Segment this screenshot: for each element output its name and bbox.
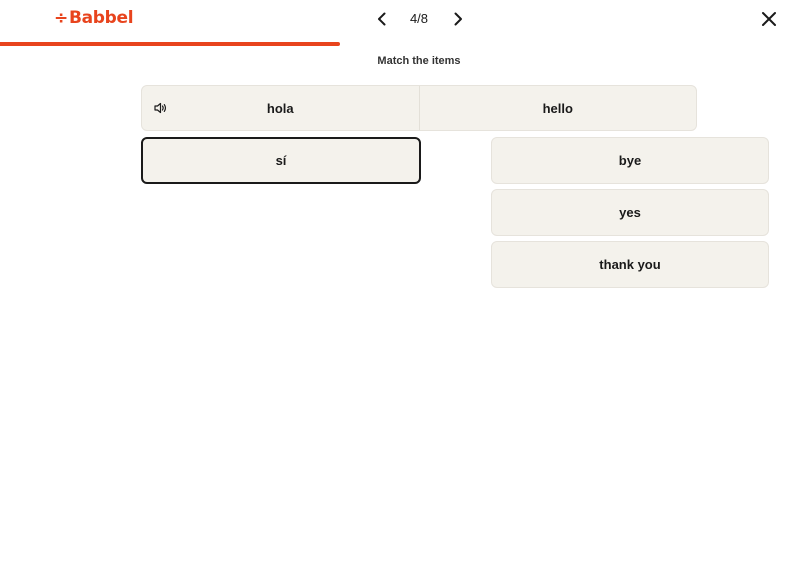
next-button[interactable] bbox=[447, 8, 469, 30]
matched-target-label: hello bbox=[542, 100, 573, 116]
progress-bar-fill bbox=[0, 42, 340, 46]
matched-source-label: hola bbox=[266, 100, 294, 116]
right-item-label: bye bbox=[618, 153, 642, 168]
chevron-left-icon bbox=[378, 12, 386, 26]
matched-pair: hola hello bbox=[141, 85, 697, 131]
speaker-icon bbox=[154, 102, 167, 114]
matched-target: hello bbox=[420, 86, 697, 130]
close-icon bbox=[762, 12, 776, 26]
close-button[interactable] bbox=[758, 8, 780, 30]
logo-text: Babbel bbox=[68, 8, 134, 28]
right-item-label: yes bbox=[619, 205, 641, 220]
progress-bar bbox=[0, 42, 800, 46]
play-audio-button[interactable] bbox=[154, 101, 168, 115]
right-item-label: thank you bbox=[599, 257, 661, 272]
chevron-right-icon bbox=[454, 12, 462, 26]
previous-button[interactable] bbox=[371, 8, 393, 30]
exercise-instruction: Match the items bbox=[377, 55, 461, 67]
left-item-si[interactable]: sí bbox=[141, 137, 421, 184]
babbel-logo: ÷ Babbel bbox=[54, 8, 134, 28]
exercise-counter: 4/8 bbox=[409, 11, 429, 26]
right-item-yes[interactable]: yes bbox=[491, 189, 769, 236]
matched-source: hola bbox=[142, 86, 420, 130]
left-item-label: sí bbox=[275, 153, 287, 168]
right-item-bye[interactable]: bye bbox=[491, 137, 769, 184]
right-item-thank-you[interactable]: thank you bbox=[491, 241, 769, 288]
babbel-logo-mark-icon: ÷ bbox=[54, 8, 68, 28]
